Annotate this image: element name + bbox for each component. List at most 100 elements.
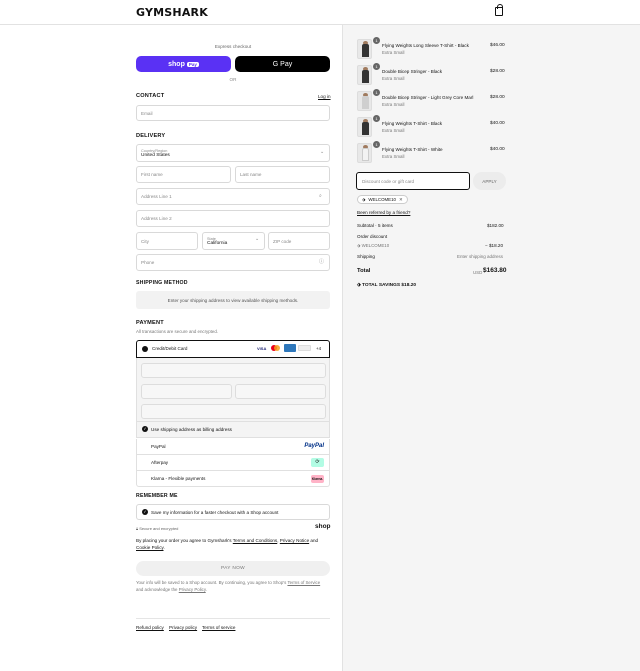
more-cards-count: +4 xyxy=(316,346,322,351)
brand-logo[interactable]: GYMSHARK xyxy=(136,6,208,19)
terms-and: and xyxy=(309,538,319,543)
shop-tos-link[interactable]: Terms of Service xyxy=(287,580,320,585)
paypal-label: PayPal xyxy=(151,444,166,449)
order-discount-label: Order discount xyxy=(357,234,388,239)
total-savings-text: TOTAL SAVINGS $18.20 xyxy=(362,283,417,288)
security-code-field[interactable] xyxy=(235,384,326,399)
save-info-row[interactable]: ✓ Save my information for a faster check… xyxy=(136,504,330,520)
mastercard-icon xyxy=(271,345,280,351)
afterpay-option[interactable]: Afterpay ⟳ xyxy=(136,455,330,471)
subtotal-label: Subtotal · 5 items xyxy=(357,223,393,228)
card-option[interactable]: Credit/Debit Card VISA +4 xyxy=(136,340,330,358)
address-line-2-field[interactable]: Address Line 2 xyxy=(136,210,330,227)
currency-code: USD xyxy=(473,270,483,275)
terms-text: By placing your order you agree to Gymsh… xyxy=(136,537,330,551)
cart-item: 1 Double Bicep Stringer - Light Grey Cor… xyxy=(357,89,507,113)
chevron-down-icon: ⌄ xyxy=(255,236,260,242)
total-savings: ⬗ TOTAL SAVINGS $18.20 xyxy=(357,283,416,288)
terms-link[interactable]: Terms and Conditions xyxy=(233,538,277,543)
amex-icon xyxy=(284,344,296,352)
checkmark-icon: ✓ xyxy=(142,426,148,432)
contact-heading: CONTACT xyxy=(136,93,165,99)
cart-item: 1 Flying Weights Long Sleeve T-Shirt - B… xyxy=(357,37,507,61)
discount-code-input[interactable]: Discount code or gift card xyxy=(356,172,470,190)
or-divider: OR xyxy=(229,77,237,82)
billing-checkbox-row[interactable]: ✓ Use shipping address as billing addres… xyxy=(136,422,330,438)
card-number-field[interactable] xyxy=(141,363,326,378)
checkmark-icon: ✓ xyxy=(142,509,148,515)
card-form xyxy=(136,358,330,422)
terms-of-service-link[interactable]: Terms of service xyxy=(202,625,235,630)
referred-friend-link[interactable]: Been referred by a friend? xyxy=(357,210,410,215)
city-field[interactable]: City xyxy=(136,232,198,250)
order-summary-panel: 1 Flying Weights Long Sleeve T-Shirt - B… xyxy=(342,25,640,671)
zip-field[interactable]: ZIP code xyxy=(268,232,330,250)
last-name-field[interactable]: Last name xyxy=(235,166,330,183)
visa-icon: VISA xyxy=(257,346,267,351)
discount-value: − $18.20 xyxy=(485,243,504,248)
secure-text: Secure and encrypted xyxy=(139,526,179,531)
product-price: $40.00 xyxy=(490,121,505,126)
privacy-policy-link[interactable]: Privacy policy xyxy=(169,625,197,630)
login-link[interactable]: Log in xyxy=(318,94,331,99)
country-select[interactable]: Country/Region United States xyxy=(136,144,330,162)
shop-logo: shop xyxy=(315,523,331,530)
expiry-field[interactable] xyxy=(141,384,232,399)
product-price: $28.00 xyxy=(490,95,505,100)
shipping-method-heading: SHIPPING METHOD xyxy=(136,280,188,286)
cart-item: 1 Flying Weights T-Shirt - White Extra S… xyxy=(357,141,507,165)
terms-dot: . xyxy=(163,545,165,550)
total-value: $163.80 xyxy=(483,267,507,274)
first-name-field[interactable]: First name xyxy=(136,166,231,183)
product-name: Flying Weights T-Shirt - Black xyxy=(382,121,443,126)
product-thumbnail xyxy=(357,91,372,111)
product-name: Double Bicep Stringer - Black xyxy=(382,69,443,74)
shop-pay-button[interactable]: shop Pay xyxy=(136,56,231,72)
product-size: Extra Small xyxy=(382,76,405,81)
card-option-label: Credit/Debit Card xyxy=(152,346,188,351)
product-name: Flying Weights Long Sleeve T-Shirt - Bla… xyxy=(382,43,469,48)
product-size: Extra Small xyxy=(382,50,405,55)
paypal-option[interactable]: PayPal PayPal xyxy=(136,439,330,455)
discover-icon xyxy=(298,345,311,351)
product-size: Extra Small xyxy=(382,128,405,133)
save-info-label: Save my information for a faster checkou… xyxy=(151,510,279,515)
remove-discount-icon[interactable]: ✕ xyxy=(399,197,403,203)
cookie-policy-link[interactable]: Cookie Policy xyxy=(136,545,164,550)
klarna-option[interactable]: Klarna - Flexible payments Klarna. xyxy=(136,471,330,487)
privacy-notice-link[interactable]: Privacy Notice xyxy=(280,538,309,543)
afterpay-icon: ⟳ xyxy=(311,458,324,467)
google-pay-button[interactable]: G Pay xyxy=(235,56,330,72)
name-on-card-field[interactable] xyxy=(141,404,326,419)
help-icon[interactable]: ⓘ xyxy=(319,258,324,265)
shop-pay-label: shop xyxy=(168,60,185,68)
refund-policy-link[interactable]: Refund policy xyxy=(136,625,164,630)
shop-account-note: Your info will be saved to a Shop accoun… xyxy=(136,579,332,593)
pay-now-button[interactable]: PAY NOW xyxy=(136,561,330,576)
shipping-method-notice: Enter your shipping address to view avai… xyxy=(136,291,330,309)
payment-subtext: All transactions are secure and encrypte… xyxy=(136,329,219,334)
discount-tag: ⬗ WELCOME10 ✕ xyxy=(357,195,408,204)
search-icon: ⌕ xyxy=(319,193,322,199)
phone-field[interactable]: Phone xyxy=(136,254,330,271)
product-size: Extra Small xyxy=(382,102,405,107)
shop-pay-tag: Pay xyxy=(186,61,199,67)
shopping-bag-icon[interactable] xyxy=(495,4,503,16)
address-line-1-field[interactable]: Address Line 1 xyxy=(136,188,330,205)
klarna-label: Klarna - Flexible payments xyxy=(151,476,206,481)
delivery-heading: DELIVERY xyxy=(136,133,166,139)
state-value: California xyxy=(207,240,228,246)
shipping-value: Enter shipping address xyxy=(457,254,504,259)
product-price: $28.00 xyxy=(490,69,505,74)
paypal-logo: PayPal xyxy=(304,443,324,449)
radio-selected-icon xyxy=(142,346,148,352)
apply-discount-button[interactable]: APPLY xyxy=(473,172,506,190)
email-field[interactable]: Email xyxy=(136,105,330,121)
shop-privacy-link[interactable]: Privacy Policy xyxy=(179,587,206,592)
shop-note-mid: and acknowledge the xyxy=(136,587,179,592)
product-name: Flying Weights T-Shirt - White xyxy=(382,147,443,152)
payment-heading: PAYMENT xyxy=(136,320,164,326)
product-thumbnail xyxy=(357,117,372,137)
discount-tag-code: WELCOME10 xyxy=(368,197,396,202)
header: GYMSHARK xyxy=(0,0,640,25)
